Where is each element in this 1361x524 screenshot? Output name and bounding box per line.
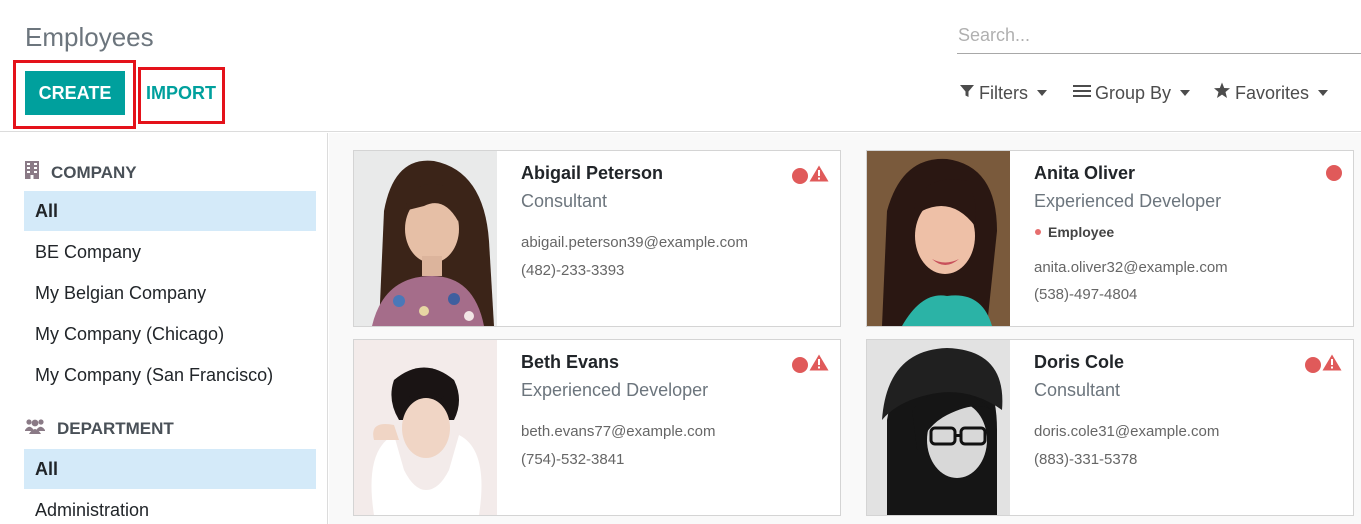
employee-tag: Employee: [1035, 224, 1114, 240]
employee-name: Abigail Peterson: [521, 163, 664, 183]
filter-icon: [959, 83, 975, 104]
group-by-label: Group By: [1095, 82, 1172, 103]
company-item-be-company[interactable]: BE Company: [24, 232, 316, 272]
warning-icon: [809, 354, 829, 376]
department-header-label: DEPARTMENT: [57, 418, 174, 438]
filters-label: Filters: [979, 82, 1028, 103]
users-icon: [25, 418, 45, 439]
employee-job-title: Consultant: [521, 191, 608, 211]
employee-phone: (538)-497-4804: [1034, 286, 1138, 303]
employee-tag-label: Employee: [1048, 224, 1115, 240]
company-item-all[interactable]: All: [24, 191, 316, 231]
employee-photo: [354, 151, 497, 326]
presence-status: [792, 354, 829, 376]
company-header-label: COMPANY: [51, 162, 137, 182]
employee-phone: (883)-331-5378: [1034, 451, 1138, 468]
employee-phone: (482)-233-3393: [521, 262, 625, 279]
employee-card[interactable]: Doris Cole Consultant doris.cole31@examp…: [866, 339, 1354, 516]
absent-status-icon: [792, 168, 808, 184]
employee-name: Anita Oliver: [1034, 163, 1136, 183]
favorites-dropdown[interactable]: Favorites: [1213, 80, 1329, 106]
company-item-my-belgian-company[interactable]: My Belgian Company: [24, 273, 316, 313]
employee-email: doris.cole31@example.com: [1034, 423, 1220, 440]
absent-status-icon: [792, 357, 808, 373]
warning-icon: [1322, 354, 1342, 376]
chevron-down-icon: [1180, 90, 1191, 96]
search-panel-sidebar: COMPANY All BE Company My Belgian Compan…: [0, 133, 328, 524]
presence-status: [1305, 354, 1342, 376]
employee-photo: [867, 151, 1010, 326]
employee-photo: [867, 340, 1010, 515]
employee-card[interactable]: Anita Oliver Experienced Developer Emplo…: [866, 150, 1354, 327]
building-icon: [25, 161, 39, 184]
control-panel: Employees CREATE IMPORT Filters Group By…: [0, 0, 1361, 132]
presence-status: [1326, 165, 1342, 181]
company-section-header: COMPANY: [25, 161, 137, 184]
chevron-down-icon: [1318, 90, 1329, 96]
employee-card[interactable]: Abigail Peterson Consultant abigail.pete…: [353, 150, 841, 327]
department-section-header: DEPARTMENT: [25, 418, 174, 439]
chevron-down-icon: [1037, 90, 1047, 96]
employee-email: abigail.peterson39@example.com: [521, 234, 749, 251]
department-item-all[interactable]: All: [24, 449, 316, 489]
employee-job-title: Experienced Developer: [1034, 191, 1222, 211]
employee-photo: [354, 340, 497, 515]
search-input[interactable]: [957, 20, 1361, 50]
company-item-my-company-san-francisco[interactable]: My Company (San Francisco): [24, 355, 316, 395]
absent-status-icon: [1305, 357, 1321, 373]
employee-name: Doris Cole: [1034, 352, 1125, 372]
company-item-my-company-chicago[interactable]: My Company (Chicago): [24, 314, 316, 354]
employee-email: beth.evans77@example.com: [521, 423, 716, 440]
employee-job-title: Consultant: [1034, 380, 1121, 400]
star-icon: [1213, 82, 1231, 104]
warning-icon: [809, 165, 829, 187]
department-item-administration[interactable]: Administration: [24, 490, 316, 524]
employee-phone: (754)-532-3841: [521, 451, 625, 468]
employee-name: Beth Evans: [521, 352, 620, 372]
bars-icon: [1073, 83, 1091, 104]
favorites-label: Favorites: [1235, 82, 1310, 103]
filters-dropdown[interactable]: Filters: [959, 80, 1047, 106]
employee-card[interactable]: Beth Evans Experienced Developer beth.ev…: [353, 339, 841, 516]
absent-status-icon: [1326, 165, 1342, 181]
import-highlight-box: [138, 67, 225, 124]
page-title: Employees: [25, 22, 154, 52]
presence-status: [792, 165, 829, 187]
tag-color-dot: [1035, 229, 1041, 235]
search-box[interactable]: [957, 20, 1361, 54]
employee-email: anita.oliver32@example.com: [1034, 259, 1228, 276]
employee-job-title: Experienced Developer: [521, 380, 709, 400]
kanban-view: Abigail Peterson Consultant abigail.pete…: [329, 133, 1361, 524]
create-highlight-box: [13, 60, 136, 129]
group-by-dropdown[interactable]: Group By: [1073, 80, 1191, 106]
